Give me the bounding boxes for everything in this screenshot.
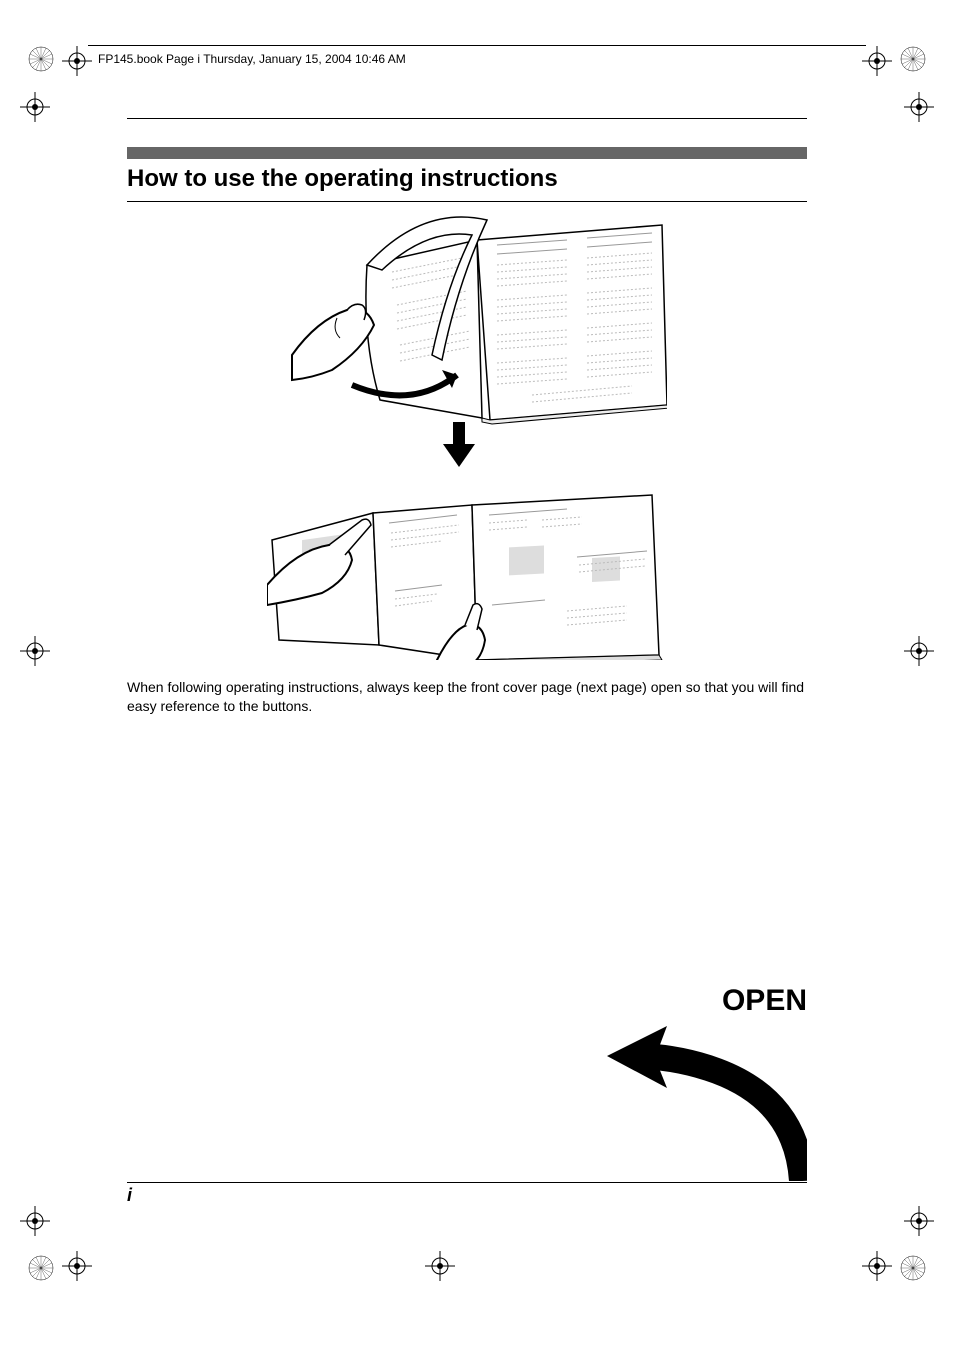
content-area: How to use the operating instructions [127, 118, 807, 716]
registration-mark-tl [62, 46, 92, 76]
rosette-br [900, 1255, 926, 1281]
registration-mark-rt [904, 92, 934, 122]
footer-rule [127, 1182, 807, 1183]
rosette-tr [900, 46, 926, 72]
body-text: When following operating instructions, a… [127, 678, 807, 716]
page-title: How to use the operating instructions [127, 165, 807, 193]
section-bar [127, 147, 807, 159]
rosette-tl [28, 46, 54, 72]
registration-mark-bc [425, 1251, 455, 1281]
registration-mark-lb [20, 1206, 50, 1236]
top-rule [127, 118, 807, 119]
open-label: OPEN [607, 984, 807, 1018]
page-number: i [127, 1185, 132, 1206]
open-section: OPEN [607, 984, 807, 1181]
open-arrow-icon [607, 1026, 807, 1181]
registration-mark-br [862, 1251, 892, 1281]
rosette-bl [28, 1255, 54, 1281]
registration-mark-lm [20, 636, 50, 666]
header-rule [88, 45, 866, 46]
registration-mark-bl [62, 1251, 92, 1281]
registration-mark-rm [904, 636, 934, 666]
registration-mark-tr [862, 46, 892, 76]
header-text: FP145.book Page i Thursday, January 15, … [98, 52, 406, 66]
title-underline [127, 201, 807, 202]
manual-illustration [267, 210, 667, 660]
registration-mark-lt [20, 92, 50, 122]
registration-mark-rb [904, 1206, 934, 1236]
